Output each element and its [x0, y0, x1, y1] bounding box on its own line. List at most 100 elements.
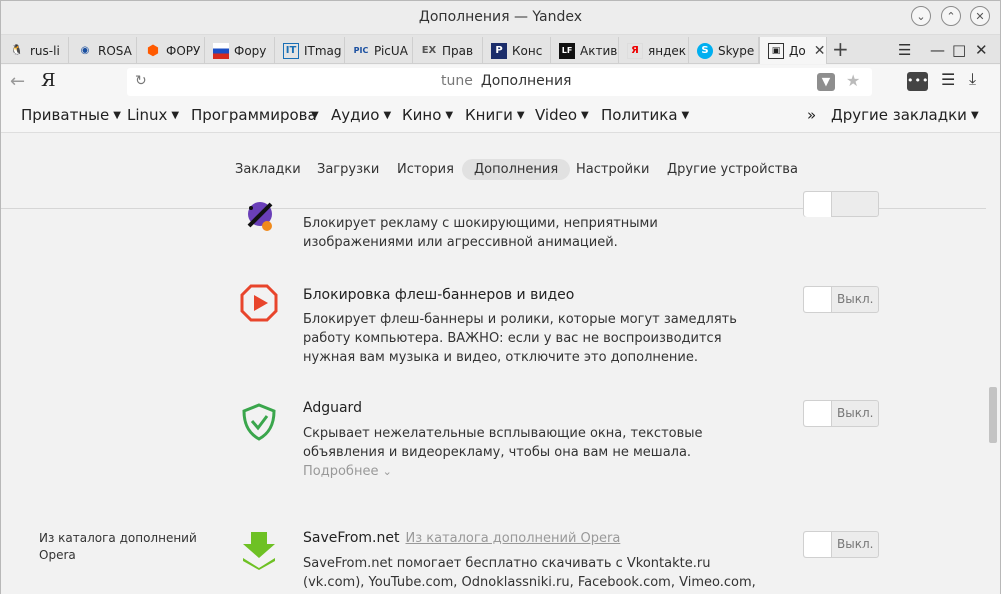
- reload-icon[interactable]: ↻: [135, 73, 147, 89]
- toggle-knob: [804, 532, 832, 557]
- tab-label: Актив: [580, 43, 618, 58]
- toggle-knob: [804, 287, 832, 312]
- address-host: tune: [441, 73, 473, 89]
- tab[interactable]: S Skype: [689, 37, 759, 64]
- extension-toggle[interactable]: Выкл.: [803, 286, 879, 313]
- extension-description-text: Скрывает нежелательные всплывающие окна,…: [303, 426, 703, 460]
- nav-addons[interactable]: Дополнения: [462, 159, 571, 180]
- tab[interactable]: Яяндек: [619, 37, 689, 64]
- minimize-button[interactable]: ⌄: [911, 6, 931, 26]
- dropdown-icon: ▼: [516, 110, 525, 121]
- back-arrow-icon[interactable]: ←: [10, 71, 25, 92]
- tab-label: rus-li: [30, 43, 60, 58]
- other-bookmarks[interactable]: Другие закладки ▼: [831, 106, 979, 124]
- yandex-logo[interactable]: Я: [41, 70, 56, 91]
- toggle-label: Выкл.: [837, 537, 874, 551]
- flash-block-icon: [240, 284, 278, 322]
- tab[interactable]: Фору: [205, 37, 275, 64]
- extension-description: Скрывает нежелательные всплывающие окна,…: [303, 424, 763, 481]
- tab-active[interactable]: ▣ До ✕: [759, 37, 827, 64]
- minimize-icon[interactable]: —: [930, 41, 945, 59]
- more-link[interactable]: Подробнее ⌄: [303, 464, 392, 479]
- dropdown-icon[interactable]: ▼: [307, 106, 319, 124]
- download-icon[interactable]: ⤓: [969, 69, 976, 89]
- bookmark-folder[interactable]: Приватные ▼: [21, 106, 121, 124]
- toggle-label: Выкл.: [837, 406, 874, 420]
- close-tab-icon[interactable]: ✕: [814, 43, 826, 59]
- extension-name: Adguard: [303, 400, 362, 416]
- extension-toggle[interactable]: Выкл.: [803, 531, 879, 558]
- bookmark-folder[interactable]: Программирова: [191, 106, 317, 124]
- yandex-protect-icon[interactable]: ▼: [817, 73, 835, 91]
- tab[interactable]: IT ITmag: [275, 37, 345, 64]
- bookmark-label: Аудио: [331, 106, 380, 124]
- maximize-button[interactable]: ⌃: [941, 6, 961, 26]
- address-text[interactable]: tune Дополнения: [441, 73, 571, 89]
- menu-icon[interactable]: ☰: [941, 70, 955, 89]
- nav-bookmarks[interactable]: Закладки: [235, 162, 301, 177]
- tab[interactable]: 🐧 rus-li: [1, 37, 69, 64]
- tab[interactable]: ◉ ROSA: [69, 37, 137, 64]
- bookmark-label: Политика: [601, 106, 678, 124]
- new-tab-icon[interactable]: +: [832, 37, 849, 61]
- tab-label: До: [789, 43, 806, 58]
- tab[interactable]: ⬢ ФОРУ: [137, 37, 205, 64]
- tab[interactable]: LF Актив: [551, 37, 619, 64]
- rosa-icon: ◉: [80, 45, 90, 56]
- dropdown-icon: ▼: [383, 110, 392, 121]
- extension-toggle[interactable]: Выкл.: [803, 400, 879, 427]
- bookmark-folder[interactable]: Книги ▼: [465, 106, 525, 124]
- extensions-more-icon[interactable]: •••: [907, 72, 928, 91]
- page-scrollbar[interactable]: [986, 134, 1000, 594]
- hamburger-icon[interactable]: ☰: [898, 41, 911, 59]
- tab[interactable]: P Конс: [483, 37, 551, 64]
- adguard-shield-icon: [242, 403, 276, 441]
- catalog-link[interactable]: Из каталога дополнений Opera: [405, 531, 620, 546]
- extension-description: Блокирует флеш-баннеры и ролики, которые…: [303, 312, 737, 365]
- close-window-button[interactable]: ✕: [970, 6, 990, 26]
- tab-label: ФОРУ: [166, 43, 201, 58]
- maximize-icon[interactable]: □: [952, 41, 966, 59]
- extension-name-text: SaveFrom.net: [303, 530, 400, 546]
- bookmarks-bar: Приватные ▼ Linux ▼ Программирова ▼ Аудио ▼…: [1, 99, 1000, 133]
- chevron-down-icon: ⌄: [916, 9, 926, 23]
- bookmark-folder[interactable]: Аудио ▼: [331, 106, 391, 124]
- tab-label: ITmag: [304, 43, 342, 58]
- picua-icon: PIC: [353, 46, 369, 55]
- orange-hex-icon: ⬢: [146, 42, 160, 59]
- nav-settings[interactable]: Настройки: [576, 162, 649, 177]
- ex-icon: EX: [421, 45, 437, 56]
- scrollbar-thumb[interactable]: [989, 387, 997, 443]
- bookmark-folder[interactable]: Linux ▼: [127, 106, 179, 124]
- close-icon[interactable]: ✕: [975, 41, 988, 59]
- browser-window: Дополнения — Yandex ⌄ ⌃ ✕ 🐧 rus-li ◉ ROSA …: [0, 0, 1001, 594]
- star-icon[interactable]: ★: [846, 71, 860, 90]
- bookmark-folder[interactable]: Политика ▼: [601, 106, 689, 124]
- bookmark-label: Программирова: [191, 106, 317, 124]
- bookmark-label: Linux: [127, 106, 168, 124]
- nav-other-devices[interactable]: Другие устройства: [667, 162, 798, 177]
- nav-downloads[interactable]: Загрузки: [317, 162, 379, 177]
- bookmark-label: Книги: [465, 106, 513, 124]
- extension-description: SaveFrom.net помогает бесплатно скачиват…: [303, 556, 756, 590]
- close-icon: ✕: [975, 9, 985, 23]
- dropdown-icon: ▼: [445, 110, 454, 121]
- bookmarks-overflow-icon[interactable]: »: [807, 106, 816, 124]
- extension-toggle[interactable]: [803, 191, 879, 217]
- bookmark-folder[interactable]: Кино ▼: [402, 106, 453, 124]
- lf-icon: LF: [559, 42, 575, 59]
- extension-name: Блокировка флеш-баннеров и видео: [303, 287, 575, 303]
- tab[interactable]: PIC PicUA: [345, 37, 413, 64]
- dropdown-icon: ▼: [581, 110, 589, 121]
- tab-label: ROSA: [98, 43, 132, 58]
- toggle-label: Выкл.: [837, 292, 874, 306]
- nav-history[interactable]: История: [397, 162, 454, 177]
- address-row: ← Я ↻ tune Дополнения ▼ ★ ••• ☰ ⤓: [1, 65, 1000, 99]
- tab-label: PicUA: [374, 43, 408, 58]
- tab[interactable]: EX Прав: [413, 37, 483, 64]
- window-title: Дополнения — Yandex: [418, 9, 583, 25]
- address-bar[interactable]: ↻ tune Дополнения ▼ ★: [127, 68, 872, 96]
- bookmark-folder[interactable]: Video ▼: [535, 106, 589, 124]
- catalog-section-label: Из каталога дополнений Opera: [39, 531, 197, 562]
- chevron-down-icon: ⌄: [382, 465, 392, 478]
